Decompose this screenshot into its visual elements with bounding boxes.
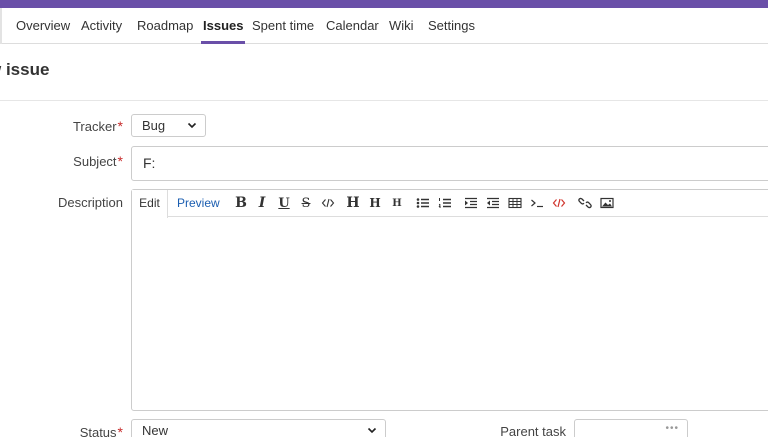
description-editor[interactable]: Edit Preview B I U S H H H bbox=[131, 189, 768, 411]
outdent-button[interactable] bbox=[485, 195, 501, 212]
tab-overview[interactable]: Overview bbox=[16, 8, 70, 44]
numbered-list-icon bbox=[438, 198, 451, 208]
underline-button[interactable]: U bbox=[276, 195, 292, 212]
image-button[interactable] bbox=[599, 195, 615, 212]
tab-preview[interactable]: Preview bbox=[177, 190, 220, 217]
code-highlight-button[interactable] bbox=[551, 195, 567, 212]
numbered-list-button[interactable] bbox=[437, 195, 453, 212]
status-select[interactable]: New bbox=[131, 419, 386, 437]
indent-icon bbox=[465, 197, 477, 209]
tab-settings[interactable]: Settings bbox=[428, 8, 475, 44]
status-label-text: Status bbox=[79, 425, 117, 437]
heading-2-button[interactable]: H bbox=[367, 195, 383, 212]
tab-spent-time[interactable]: Spent time bbox=[252, 8, 314, 44]
tracker-label: Tracker* bbox=[73, 118, 123, 134]
bold-button[interactable]: B bbox=[233, 195, 249, 212]
editor-toolbar: Edit Preview B I U S H H H bbox=[132, 190, 768, 218]
tracker-select[interactable]: Bug bbox=[131, 114, 206, 137]
pre-code-button[interactable] bbox=[529, 195, 545, 212]
image-icon bbox=[600, 197, 614, 209]
table-button[interactable] bbox=[507, 195, 523, 212]
parent-task-input[interactable]: ••• bbox=[574, 419, 688, 437]
heading-1-button[interactable]: H bbox=[345, 195, 361, 212]
subject-required-mark: * bbox=[117, 153, 123, 169]
description-label-text: Description bbox=[57, 195, 123, 210]
tab-edit[interactable]: Edit bbox=[132, 190, 168, 218]
chevron-down-icon bbox=[187, 122, 197, 128]
subject-label: Subject* bbox=[73, 153, 123, 169]
inline-code-button[interactable] bbox=[320, 195, 336, 212]
link-icon bbox=[578, 197, 592, 209]
table-icon bbox=[508, 197, 522, 209]
heading-3-button[interactable]: H bbox=[389, 195, 405, 212]
code-highlight-icon bbox=[552, 198, 566, 208]
outdent-icon bbox=[487, 197, 499, 209]
bullet-list-icon bbox=[416, 198, 429, 208]
terminal-icon bbox=[531, 199, 543, 208]
code-icon bbox=[321, 198, 335, 208]
menu-left-edge bbox=[0, 8, 2, 44]
tab-roadmap[interactable]: Roadmap bbox=[137, 8, 193, 44]
indent-button[interactable] bbox=[463, 195, 479, 212]
tab-issues[interactable]: Issues bbox=[200, 8, 246, 44]
tab-activity[interactable]: Activity bbox=[81, 8, 122, 44]
link-button[interactable] bbox=[577, 195, 593, 212]
tab-calendar[interactable]: Calendar bbox=[326, 8, 379, 44]
tracker-label-text: Tracker bbox=[72, 119, 117, 134]
page-title: w issue bbox=[0, 60, 50, 79]
status-required-mark: * bbox=[117, 424, 123, 437]
tracker-required-mark: * bbox=[117, 118, 123, 134]
status-select-value: New bbox=[142, 423, 169, 437]
bulleted-list-button[interactable] bbox=[415, 195, 431, 212]
parent-task-label: Parent task bbox=[500, 424, 566, 437]
subject-input[interactable]: F: bbox=[131, 146, 768, 181]
subject-input-value: F: bbox=[143, 155, 156, 171]
tracker-select-value: Bug bbox=[142, 118, 166, 133]
status-label: Status* bbox=[80, 424, 123, 437]
italic-button[interactable]: I bbox=[254, 195, 270, 212]
parent-task-label-text: Parent task bbox=[500, 424, 566, 437]
top-accent-bar bbox=[0, 0, 768, 8]
parent-task-more-icon: ••• bbox=[665, 423, 679, 434]
subject-label-text: Subject bbox=[73, 154, 117, 169]
project-menu: Overview Activity Roadmap Issues Spent t… bbox=[0, 8, 768, 44]
strikethrough-button[interactable]: S bbox=[298, 195, 314, 212]
chevron-down-icon bbox=[367, 427, 377, 434]
description-label: Description bbox=[58, 195, 123, 210]
tab-wiki[interactable]: Wiki bbox=[389, 8, 414, 44]
